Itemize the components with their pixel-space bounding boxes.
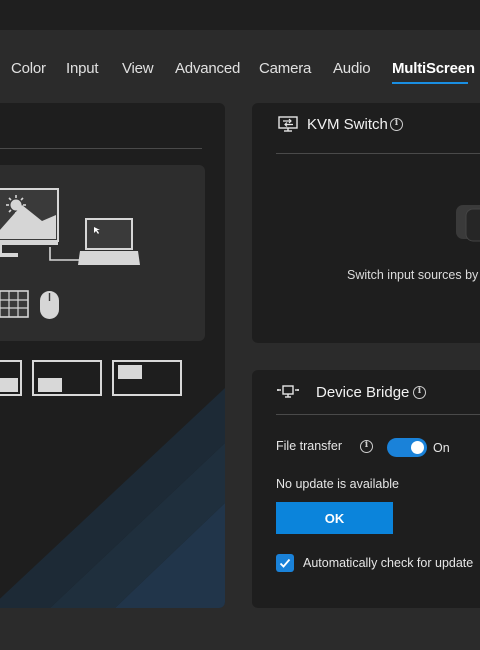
monitor-laptop-illustration (0, 188, 140, 319)
file-transfer-toggle[interactable] (387, 438, 427, 457)
kvm-switch-card: KVM Switch Switch input sources by (252, 103, 480, 343)
monitor-switch-icon (278, 116, 298, 132)
auto-check-label: Automatically check for update (303, 556, 474, 570)
mouse-icon (40, 291, 59, 319)
card-divider (0, 148, 202, 149)
file-transfer-info-icon[interactable] (360, 440, 373, 453)
tab-color[interactable]: Color (11, 60, 46, 77)
checkmark-icon (279, 558, 291, 568)
card-divider (276, 153, 480, 154)
auto-check-checkbox[interactable] (276, 554, 294, 572)
tab-camera[interactable]: Camera (259, 60, 311, 77)
kvm-description: Switch input sources by (347, 268, 479, 282)
tab-audio[interactable]: Audio (333, 60, 371, 77)
file-transfer-state: On (433, 441, 450, 455)
toggle-knob (411, 441, 424, 454)
sun-icon (6, 195, 26, 215)
ok-button[interactable]: OK (276, 502, 393, 534)
card-divider (276, 414, 480, 415)
update-status-text: No update is available (276, 477, 399, 491)
layout-option-1[interactable] (0, 360, 22, 396)
device-bridge-title: Device Bridge (316, 384, 410, 401)
kvm-info-icon[interactable] (390, 118, 403, 131)
kvm-switch-title: KVM Switch (307, 116, 388, 133)
setup-illustration (0, 165, 205, 341)
title-bar (0, 0, 480, 30)
tab-advanced[interactable]: Advanced (175, 60, 240, 77)
file-transfer-label: File transfer (276, 439, 342, 453)
device-bridge-icon (277, 385, 299, 398)
tab-multiscreen[interactable]: MultiScreen (392, 60, 475, 77)
layout-option-3[interactable] (112, 360, 182, 396)
layout-option-2[interactable] (32, 360, 102, 396)
kvm-device-illustration (456, 205, 480, 242)
tab-bar: Color Input View Advanced Camera Audio M… (0, 30, 480, 90)
active-tab-indicator (392, 82, 468, 84)
keyboard-icon (0, 290, 29, 318)
device-bridge-card: Device Bridge File transfer On No update… (252, 370, 480, 608)
tab-input[interactable]: Input (66, 60, 99, 77)
device-bridge-info-icon[interactable] (413, 386, 426, 399)
multiscreen-layout-card (0, 103, 225, 608)
tab-view[interactable]: View (122, 60, 154, 77)
